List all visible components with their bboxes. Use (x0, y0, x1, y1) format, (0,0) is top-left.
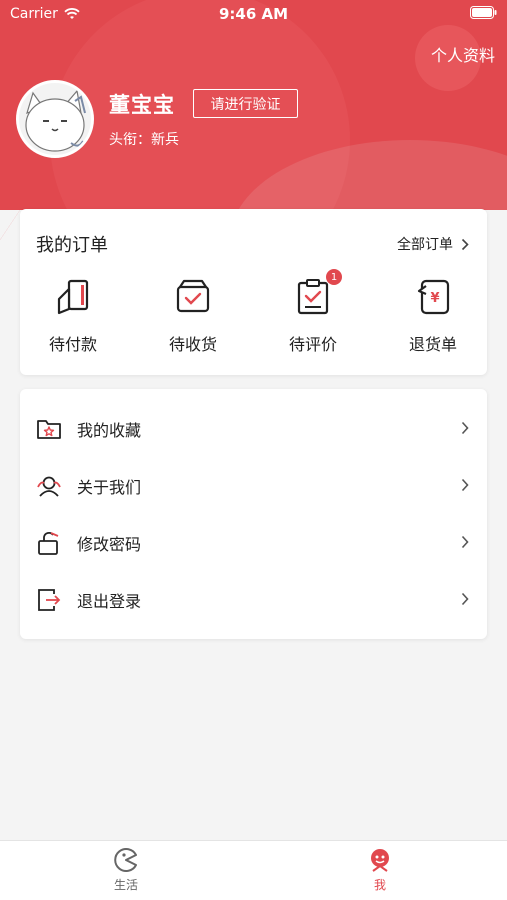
order-pending-receipt[interactable]: 待收货 (148, 277, 238, 367)
chevron-right-icon (461, 535, 469, 549)
order-label: 待付款 (48, 335, 97, 354)
refund-yuan-icon: ¥ (413, 277, 453, 317)
menu-item-label: 修改密码 (77, 535, 142, 554)
clipboard-check-icon: 1 (293, 269, 342, 317)
user-rank: 头衔：新兵 (109, 132, 179, 148)
order-label: 待评价 (288, 335, 337, 354)
profile-link[interactable]: 个人资料 (431, 42, 495, 66)
status-bar: Carrier 9:46 AM (0, 0, 507, 28)
box-check-icon (173, 277, 213, 317)
verify-button[interactable]: 请进行验证 (193, 89, 298, 118)
tab-me[interactable]: 我 (340, 847, 420, 897)
order-label: 退货单 (408, 335, 457, 354)
chevron-right-icon (461, 592, 469, 606)
wallet-card-icon (53, 277, 93, 317)
chevron-right-icon (461, 421, 469, 435)
orders-title: 我的订单 (36, 235, 108, 256)
menu-item-favorites[interactable]: 我的收藏 (20, 400, 487, 457)
settings-menu: 我的收藏 关于我们 修改密码 退出登录 (20, 389, 487, 639)
order-pending-review[interactable]: 1 待评价 (268, 269, 358, 367)
chevron-right-icon (461, 238, 469, 250)
username: 董宝宝 (109, 93, 175, 117)
battery-icon (470, 6, 497, 23)
order-refund[interactable]: ¥ 退货单 (388, 277, 478, 367)
status-time: 9:46 AM (218, 5, 289, 23)
menu-item-change-password[interactable]: 修改密码 (20, 514, 487, 571)
chevron-right-icon (461, 478, 469, 492)
folder-star-icon (36, 416, 62, 442)
pacman-icon (114, 848, 137, 872)
orders-card: 我的订单 全部订单 待付款 待收货 1 待评价 ¥ 退货单 (20, 209, 487, 375)
tab-label: 生活 (113, 878, 138, 892)
tab-life[interactable]: 生活 (86, 847, 166, 897)
menu-item-label: 关于我们 (77, 478, 142, 497)
order-label: 待收货 (168, 335, 217, 354)
unlock-icon (36, 530, 62, 556)
all-orders-label: 全部订单 (397, 237, 453, 253)
tab-label: 我 (373, 878, 386, 892)
menu-item-label: 退出登录 (77, 592, 142, 611)
menu-item-about[interactable]: 关于我们 (20, 457, 487, 514)
tab-bar: 生活 我 (0, 840, 507, 900)
order-pending-payment[interactable]: 待付款 (28, 277, 118, 367)
menu-item-label: 我的收藏 (77, 421, 142, 440)
menu-item-logout[interactable]: 退出登录 (20, 571, 487, 628)
all-orders-link[interactable]: 全部订单 (397, 234, 469, 254)
users-icon (36, 473, 62, 499)
logout-icon (36, 587, 62, 613)
svg-text:¥: ¥ (430, 291, 439, 306)
notification-badge: 1 (326, 269, 342, 285)
cat-avatar-icon (19, 83, 91, 155)
avatar[interactable] (16, 80, 94, 158)
face-icon (371, 849, 389, 872)
